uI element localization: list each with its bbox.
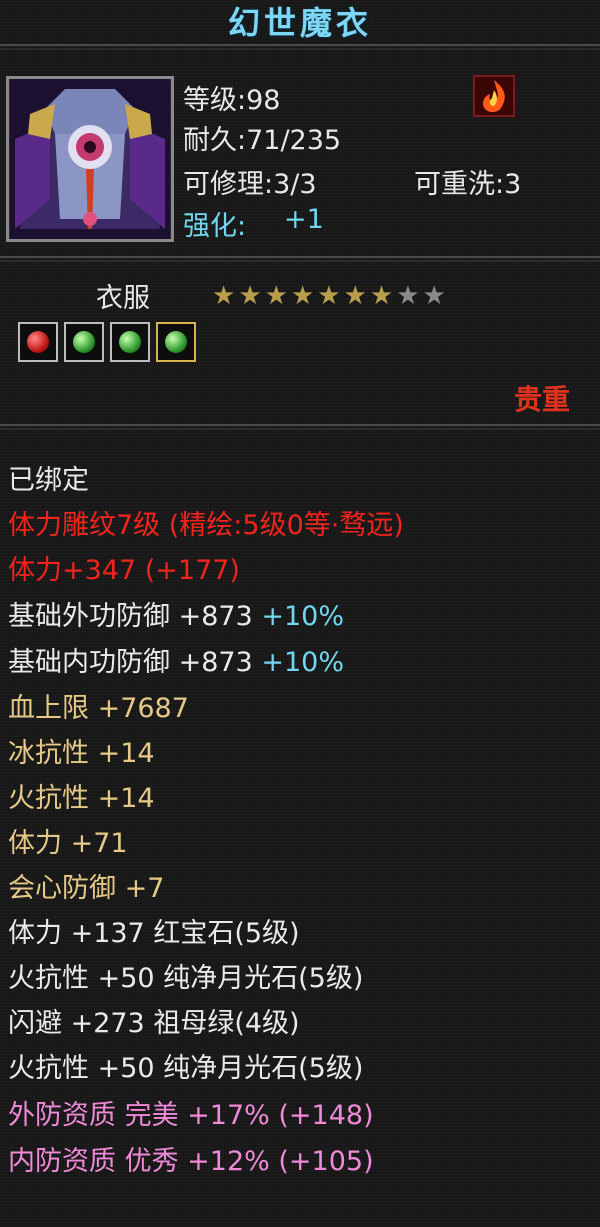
item-portrait bbox=[6, 76, 174, 242]
ext-quality-attr: 外防资质 完美 +17% (+148) bbox=[8, 1100, 374, 1131]
fire-res-attr: 火抗性 +14 bbox=[8, 783, 155, 814]
flame-icon bbox=[470, 72, 518, 120]
item-name: 幻世魔衣 bbox=[227, 4, 372, 42]
stamina-bonus-attr: 体力+347 (+177) bbox=[8, 555, 240, 586]
enhance-label: 强化: bbox=[183, 211, 247, 242]
ext-def-pct: +10% bbox=[261, 601, 344, 632]
int-def-label: 基础内功防御 +873 bbox=[8, 647, 253, 678]
gem-attr-2: 火抗性 +50 纯净月光石(5级) bbox=[8, 963, 364, 994]
star-icon: ★ bbox=[290, 281, 315, 311]
star-rating: ★ ★ ★ ★ ★ ★ ★ ★ ★ bbox=[212, 283, 446, 309]
enhance-value: +1 bbox=[284, 204, 324, 235]
gem-attr-1: 体力 +137 红宝石(5级) bbox=[8, 918, 300, 949]
stamina-attr: 体力 +71 bbox=[8, 828, 128, 859]
divider bbox=[0, 44, 600, 50]
item-category: 衣服 bbox=[96, 283, 150, 314]
int-quality-attr: 内防资质 优秀 +12% (+105) bbox=[8, 1146, 374, 1177]
divider bbox=[0, 424, 600, 430]
hp-attr: 血上限 +7687 bbox=[8, 693, 189, 724]
star-icon: ★ bbox=[343, 281, 367, 311]
star-icon: ★ bbox=[422, 281, 446, 311]
repairable-text: 可修理:3/3 bbox=[183, 169, 317, 200]
green-gem-icon bbox=[119, 331, 141, 353]
int-def-attr: 基础内功防御 +873 +10% bbox=[8, 640, 344, 679]
ext-def-attr: 基础外功防御 +873 +10% bbox=[8, 594, 344, 633]
gem-slot-2[interactable] bbox=[64, 322, 104, 362]
gem-attr-4: 火抗性 +50 纯净月光石(5级) bbox=[8, 1053, 364, 1084]
gem-attr-3: 闪避 +273 祖母绿(4级) bbox=[8, 1008, 300, 1039]
gem-slot-4[interactable] bbox=[156, 322, 196, 362]
rewash-text: 可重洗:3 bbox=[414, 169, 522, 200]
ext-def-label: 基础外功防御 +873 bbox=[8, 601, 253, 632]
gem-slot-3[interactable] bbox=[110, 322, 150, 362]
crit-def-attr: 会心防御 +7 bbox=[8, 873, 165, 904]
level-text: 等级:98 bbox=[183, 85, 281, 116]
engrave-attr: 体力雕纹7级 (精绘:5级0等·骛远) bbox=[8, 510, 404, 541]
int-def-pct: +10% bbox=[261, 647, 344, 678]
durability-text: 耐久:71/235 bbox=[183, 125, 342, 156]
ice-res-attr: 冰抗性 +14 bbox=[8, 738, 155, 769]
star-icon: ★ bbox=[264, 281, 288, 311]
star-icon: ★ bbox=[369, 281, 394, 311]
gem-slots bbox=[18, 322, 196, 362]
star-icon: ★ bbox=[396, 281, 420, 311]
green-gem-icon bbox=[73, 331, 95, 353]
green-gem-icon bbox=[165, 331, 187, 353]
bound-status: 已绑定 bbox=[8, 465, 89, 496]
star-icon: ★ bbox=[317, 281, 341, 311]
armor-icon bbox=[10, 79, 170, 239]
star-icon: ★ bbox=[212, 281, 236, 311]
red-gem-icon bbox=[27, 331, 49, 353]
gem-slot-1[interactable] bbox=[18, 322, 58, 362]
rarity-label: 贵重 bbox=[513, 383, 570, 416]
star-icon: ★ bbox=[238, 281, 262, 311]
divider bbox=[0, 256, 600, 262]
